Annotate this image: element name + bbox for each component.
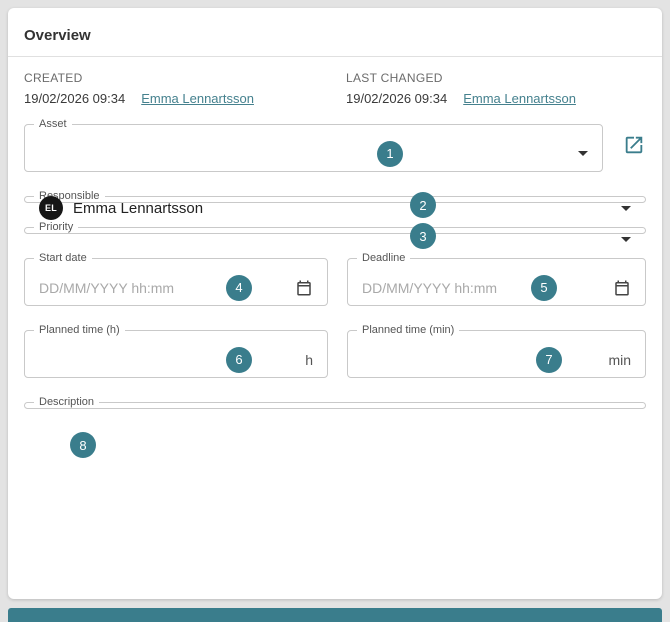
start-date-inner (25, 270, 327, 305)
created-by-link[interactable]: Emma Lennartsson (141, 91, 254, 106)
dates-row: Start date 4 Deadline 5 (24, 252, 646, 306)
asset-select[interactable]: Asset 1 (24, 118, 604, 172)
step-badge-5: 5 (531, 274, 557, 301)
last-changed-date: 19/02/2026 09:34 (346, 91, 448, 106)
chevron-down-icon[interactable] (621, 236, 631, 242)
planned-time-h-field[interactable]: Planned time (h) 6 h (24, 324, 328, 378)
description-field[interactable]: Description 8 (24, 396, 646, 458)
responsible-select[interactable]: Responsible 2 EL Emma Lennartsson (24, 190, 646, 220)
chevron-down-icon[interactable] (621, 205, 631, 211)
planned-time-min-field[interactable]: Planned time (min) 7 min (347, 324, 646, 378)
calendar-icon[interactable] (613, 279, 631, 297)
chevron-down-icon[interactable] (578, 151, 589, 156)
step-badge-6: 6 (226, 346, 252, 373)
description-textarea[interactable] (39, 414, 631, 420)
calendar-icon[interactable] (295, 279, 313, 297)
planned-time-h-label: Planned time (h) (39, 324, 120, 336)
planned-time-min-input[interactable] (362, 351, 599, 368)
asset-row: Asset 1 (24, 118, 646, 172)
bottom-teal-bar (8, 608, 662, 622)
created-label: CREATED (24, 71, 83, 85)
planned-time-min-label: Planned time (min) (362, 324, 455, 336)
hours-suffix: h (305, 351, 313, 368)
created-values: 19/02/2026 09:34 Emma Lennartsson (24, 91, 346, 106)
divider (8, 56, 662, 57)
deadline-field[interactable]: Deadline 5 (347, 252, 646, 306)
avatar: EL (39, 196, 63, 220)
step-badge-8: 8 (70, 432, 96, 458)
priority-field-label: Priority (39, 221, 74, 233)
meta-section: CREATED 19/02/2026 09:34 Emma Lennartsso… (24, 71, 646, 106)
planned-time-h-input[interactable] (39, 351, 296, 368)
planned-time-row: Planned time (h) 6 h Planned time (min) … (24, 324, 646, 378)
deadline-label: Deadline (362, 252, 406, 264)
step-badge-3: 3 (410, 223, 436, 249)
step-badge-7: 7 (536, 346, 562, 373)
last-changed-label: LAST CHANGED (346, 71, 443, 85)
deadline-input[interactable] (362, 279, 603, 296)
step-badge-4: 4 (226, 274, 252, 301)
open-in-new-icon[interactable] (622, 133, 646, 157)
start-date-field[interactable]: Start date 4 (24, 252, 328, 306)
last-changed-values: 19/02/2026 09:34 Emma Lennartsson (346, 91, 646, 106)
start-date-label: Start date (39, 252, 87, 264)
overview-card: Overview CREATED 19/02/2026 09:34 Emma L… (8, 8, 662, 599)
priority-select[interactable]: Priority 3 (24, 221, 646, 249)
form-fields: Asset 1 Responsible 2 EL Emma Lennartsso… (24, 118, 646, 458)
deadline-inner (348, 270, 645, 305)
planned-time-min-inner: min (348, 342, 645, 377)
description-label: Description (39, 396, 95, 408)
step-badge-1: 1 (377, 140, 403, 167)
page-title: Overview (24, 27, 91, 44)
asset-field-label: Asset (39, 118, 67, 130)
asset-select-inner (25, 136, 602, 171)
page: Overview CREATED 19/02/2026 09:34 Emma L… (0, 0, 670, 622)
planned-time-h-inner: h (25, 342, 327, 377)
step-badge-2: 2 (410, 192, 436, 218)
minutes-suffix: min (608, 351, 631, 368)
created-date: 19/02/2026 09:34 (24, 91, 126, 106)
responsible-value: Emma Lennartsson (73, 199, 204, 217)
created-block: CREATED 19/02/2026 09:34 Emma Lennartsso… (24, 71, 346, 106)
last-changed-by-link[interactable]: Emma Lennartsson (463, 91, 576, 106)
last-changed-block: LAST CHANGED 19/02/2026 09:34 Emma Lenna… (346, 71, 646, 106)
